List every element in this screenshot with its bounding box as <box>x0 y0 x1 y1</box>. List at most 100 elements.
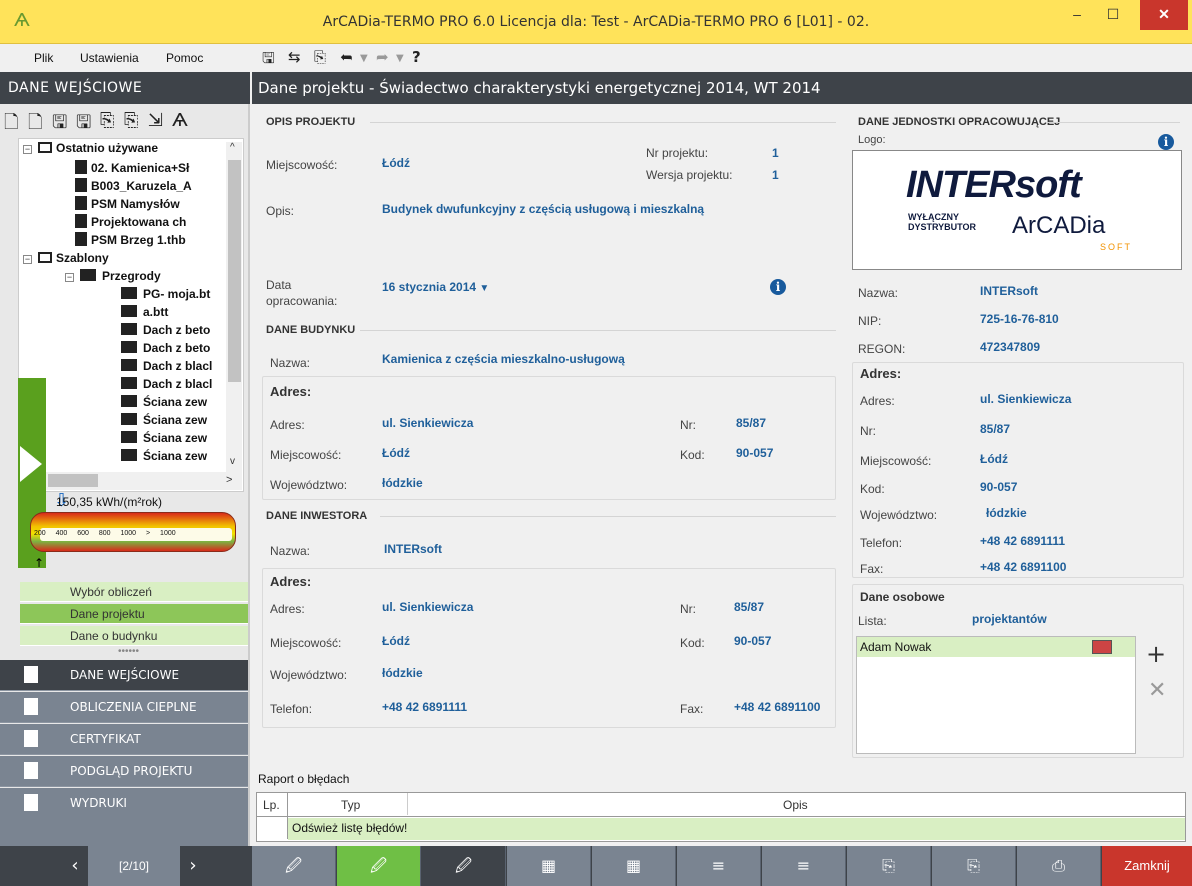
tree-item[interactable]: Dach z beto <box>121 321 210 339</box>
section-preview[interactable]: PODGLĄD PROJEKTU <box>0 756 248 787</box>
info-icon[interactable]: i <box>1158 134 1174 150</box>
project-tree[interactable]: − Ostatnio używane 02. Kamienica+Sł B003_… <box>18 138 244 492</box>
tree-item[interactable]: Ściana zew <box>121 447 207 465</box>
close-button[interactable]: Zamknij <box>1102 846 1192 886</box>
undo-dropdown-icon[interactable]: ▼ <box>360 53 368 64</box>
company-nr-value[interactable]: 85/87 <box>980 422 1010 436</box>
import-icon[interactable]: ⇲ <box>148 110 163 131</box>
certificate-button[interactable]: ≡ <box>677 846 761 886</box>
investor-city-value[interactable]: Łódź <box>382 634 410 648</box>
tree-hscroll-thumb[interactable] <box>48 474 98 487</box>
table-row[interactable]: Odśwież listę błędów! <box>288 818 1185 840</box>
tree-item[interactable]: Ściana zew <box>121 411 207 429</box>
project-nr-value[interactable]: 1 <box>772 146 779 160</box>
column-header-desc[interactable]: Opis <box>783 798 808 812</box>
delete-person-button[interactable]: ✕ <box>1148 678 1166 703</box>
nav-more-dots[interactable]: •••••• <box>118 646 139 657</box>
maximize-button[interactable]: ☐ <box>1096 0 1130 30</box>
tree-item[interactable]: Ściana zew <box>121 393 207 411</box>
preview-button[interactable]: ⎘ <box>847 846 931 886</box>
tree-recent[interactable]: − Ostatnio używane <box>23 139 158 157</box>
column-header-lp[interactable]: Lp. <box>263 798 280 812</box>
tree-item[interactable]: 02. Kamienica+Sł <box>75 159 189 177</box>
project-description-value[interactable]: Budynek dwufunkcyjny z częścią usługową … <box>382 202 704 216</box>
building-name-value[interactable]: Kamienica z częścia mieszkalno-usługową <box>382 352 625 366</box>
next-page-button[interactable]: › <box>180 846 206 886</box>
save-icon[interactable]: 🖫 <box>262 48 275 73</box>
menu-settings[interactable]: Ustawienia <box>80 51 139 65</box>
redo-dropdown-icon[interactable]: ▼ <box>396 53 404 64</box>
save-as-icon[interactable]: 🖫 <box>76 110 91 140</box>
section-input-data[interactable]: DANE WEJŚCIOWE <box>0 660 248 691</box>
scroll-up-icon[interactable]: ^ <box>230 142 235 153</box>
input-dark-button[interactable]: 🖉 <box>422 846 506 886</box>
refresh-icon[interactable]: ⇆ <box>288 48 301 66</box>
company-name-value[interactable]: INTERsoft <box>980 284 1038 298</box>
help-icon[interactable]: ? <box>412 48 421 66</box>
tree-item[interactable]: B003_Karuzela_A <box>75 177 192 195</box>
tree-item[interactable]: PG- moja.bt <box>121 285 210 303</box>
tree-item[interactable]: PSM Namysłów <box>75 195 180 213</box>
building-code-value[interactable]: 90-057 <box>736 446 773 460</box>
input-active-button[interactable]: 🖉 <box>337 846 421 886</box>
info-icon[interactable]: i <box>770 279 786 295</box>
input-edit-button[interactable]: 🖉 <box>252 846 336 886</box>
building-nr-value[interactable]: 85/87 <box>736 416 766 430</box>
company-phone-value[interactable]: +48 42 6891111 <box>980 534 1065 548</box>
calc-button[interactable]: ▦ <box>507 846 591 886</box>
person-list-type[interactable]: projektantów <box>972 612 1047 626</box>
tree-item[interactable]: Projektowana ch <box>75 213 186 231</box>
investor-voivodeship-value[interactable]: łódzkie <box>382 666 423 680</box>
investor-nr-value[interactable]: 85/87 <box>734 600 764 614</box>
section-prints[interactable]: WYDRUKI <box>0 788 248 819</box>
calc-button-2[interactable]: ▦ <box>592 846 676 886</box>
project-version-value[interactable]: 1 <box>772 168 779 182</box>
undo-icon[interactable]: ➦ <box>340 48 353 66</box>
paste-icon[interactable]: ⎘ <box>124 110 138 131</box>
print-button[interactable]: ⎙ <box>1017 846 1101 886</box>
arcadia-icon[interactable]: Ѧ <box>172 110 188 131</box>
investor-name-value[interactable]: INTERsoft <box>384 542 442 556</box>
tree-templates[interactable]: − Szablony <box>23 249 109 267</box>
investor-phone-value[interactable]: +48 42 6891111 <box>382 700 467 714</box>
company-voivodeship-value[interactable]: łódzkie <box>986 506 1027 520</box>
certificate-button-2[interactable]: ≡ <box>762 846 846 886</box>
company-code-value[interactable]: 90-057 <box>980 480 1017 494</box>
investor-fax-value[interactable]: +48 42 6891100 <box>734 700 820 714</box>
date-picker[interactable]: 16 stycznia 2014 ▼ <box>382 280 489 294</box>
tree-item[interactable]: Dach z beto <box>121 339 210 357</box>
column-header-type[interactable]: Typ <box>341 798 360 812</box>
new-file-icon[interactable]: 🗋 <box>4 110 18 140</box>
tree-item[interactable]: PSM Brzeg 1.thb <box>75 231 186 249</box>
scroll-right-icon[interactable]: > <box>226 474 232 486</box>
building-voivodeship-value[interactable]: łódzkie <box>382 476 423 490</box>
company-nip-value[interactable]: 725-16-76-810 <box>980 312 1059 326</box>
menu-file[interactable]: Plik <box>34 51 53 65</box>
preview-icon[interactable]: ⎘ <box>314 48 326 66</box>
project-city-value[interactable]: Łódź <box>382 156 410 170</box>
tree-item[interactable]: Dach z blacl <box>121 375 212 393</box>
section-heat-calc[interactable]: OBLICZENIA CIEPLNE <box>0 692 248 723</box>
tree-scroll-thumb[interactable] <box>228 160 241 382</box>
save-file-icon[interactable]: 🖫 <box>52 110 67 140</box>
company-city-value[interactable]: Łódź <box>980 452 1008 466</box>
preview-button-2[interactable]: ⎘ <box>932 846 1016 886</box>
expand-arrow-icon[interactable] <box>20 446 42 482</box>
redo-icon[interactable]: ➦ <box>376 48 389 66</box>
copy-icon[interactable]: ⎘ <box>100 110 114 131</box>
minimize-button[interactable]: – <box>1060 0 1094 30</box>
building-city-value[interactable]: Łódź <box>382 446 410 460</box>
tree-item[interactable]: Dach z blacl <box>121 357 212 375</box>
investor-code-value[interactable]: 90-057 <box>734 634 771 648</box>
close-window-button[interactable]: ✕ <box>1140 0 1188 30</box>
add-person-button[interactable]: + <box>1146 640 1166 668</box>
nav-building-data[interactable]: Dane o budynku <box>20 626 248 646</box>
id-card-icon[interactable] <box>1092 640 1112 654</box>
tree-partitions[interactable]: − Przegrody <box>65 267 161 285</box>
tree-item[interactable]: a.btt <box>121 303 168 321</box>
scroll-down-icon[interactable]: v <box>230 456 235 467</box>
new-folder-icon[interactable]: 🗋 <box>28 110 42 140</box>
nav-project-data[interactable]: Dane projektu <box>20 604 248 624</box>
building-street-value[interactable]: ul. Sienkiewicza <box>382 416 473 430</box>
company-regon-value[interactable]: 472347809 <box>980 340 1040 354</box>
